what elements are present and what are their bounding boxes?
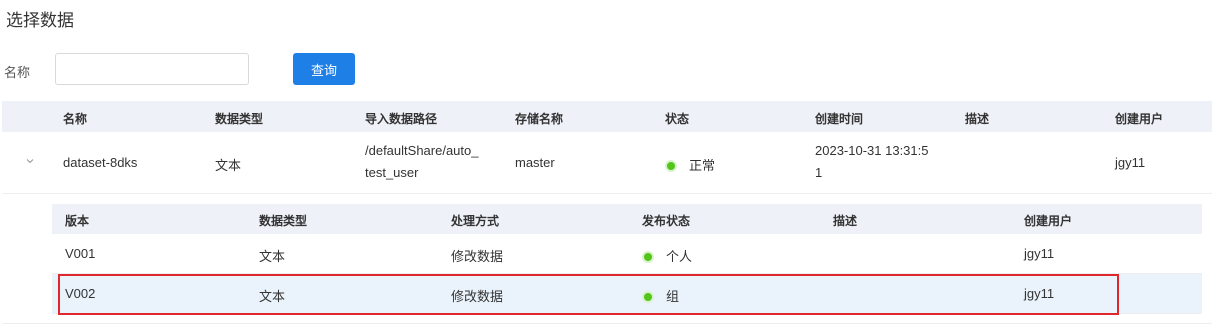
version-type: 文本 [259, 289, 286, 304]
version-type: 文本 [259, 249, 286, 264]
col-header-publish-status[interactable]: 发布状态 [642, 212, 690, 229]
col-header-status[interactable]: 状态 [665, 110, 689, 127]
version-user: jgy11 [1024, 286, 1055, 301]
dataset-user: jgy11 [1115, 155, 1146, 170]
col-header-created[interactable]: 创建时间 [815, 110, 863, 127]
col-header-process[interactable]: 处理方式 [451, 212, 499, 229]
publish-text: 个人 [666, 249, 693, 264]
col-header-version-user[interactable]: 创建用户 [1024, 212, 1072, 229]
col-header-user[interactable]: 创建用户 [1115, 110, 1163, 127]
version-table-header: 版本 数据类型 处理方式 发布状态 描述 创建用户 [52, 204, 1202, 234]
col-header-description[interactable]: 描述 [965, 110, 989, 127]
search-name-input[interactable] [55, 53, 249, 85]
dialog-title: 选择数据 [6, 11, 74, 30]
version-number: V002 [65, 286, 96, 301]
status-dot-icon [665, 159, 677, 172]
created-line1: 2023-10-31 13:31:5 [815, 143, 929, 158]
version-row[interactable]: V001 文本 修改数据 个人 jgy11 [52, 234, 1202, 274]
col-header-storage[interactable]: 存储名称 [515, 110, 563, 127]
col-header-path[interactable]: 导入数据路径 [365, 110, 437, 127]
search-button[interactable]: 查询 [293, 53, 355, 85]
version-user: jgy11 [1024, 246, 1055, 261]
dataset-path-line2: test_user [365, 165, 419, 180]
col-header-version-description[interactable]: 描述 [833, 212, 857, 229]
dataset-path: /defaultShare/auto_ test_user [365, 140, 500, 184]
status-text: 正常 [689, 158, 716, 173]
version-row-selected[interactable]: V002 文本 修改数据 组 jgy11 [52, 274, 1202, 314]
dataset-storage: master [515, 155, 555, 170]
dataset-status: 正常 [665, 155, 715, 174]
col-header-name[interactable]: 名称 [63, 110, 87, 127]
version-process: 修改数据 [451, 249, 504, 264]
publish-text: 组 [666, 289, 680, 304]
dataset-path-line1: /defaultShare/auto_ [365, 143, 479, 158]
chevron-down-icon[interactable] [24, 156, 36, 168]
version-publish-status: 组 [642, 286, 679, 305]
col-header-type[interactable]: 数据类型 [215, 110, 263, 127]
outer-table-header: 名称 数据类型 导入数据路径 存储名称 状态 创建时间 描述 创建用户 [2, 101, 1212, 132]
status-dot-icon [642, 290, 654, 303]
version-process: 修改数据 [451, 289, 504, 304]
dataset-created-time: 2023-10-31 13:31:5 1 [815, 140, 950, 184]
search-name-label: 名称 [4, 65, 31, 80]
table-row[interactable]: dataset-8dks 文本 /defaultShare/auto_ test… [2, 132, 1212, 194]
dataset-type: 文本 [215, 158, 242, 173]
col-header-version[interactable]: 版本 [65, 212, 89, 229]
version-number: V001 [65, 246, 96, 261]
table-bottom-divider [2, 323, 1212, 324]
col-header-version-type[interactable]: 数据类型 [259, 212, 307, 229]
created-line2: 1 [815, 165, 823, 180]
dataset-name: dataset-8dks [63, 155, 138, 170]
version-publish-status: 个人 [642, 246, 692, 265]
status-dot-icon [642, 250, 654, 263]
